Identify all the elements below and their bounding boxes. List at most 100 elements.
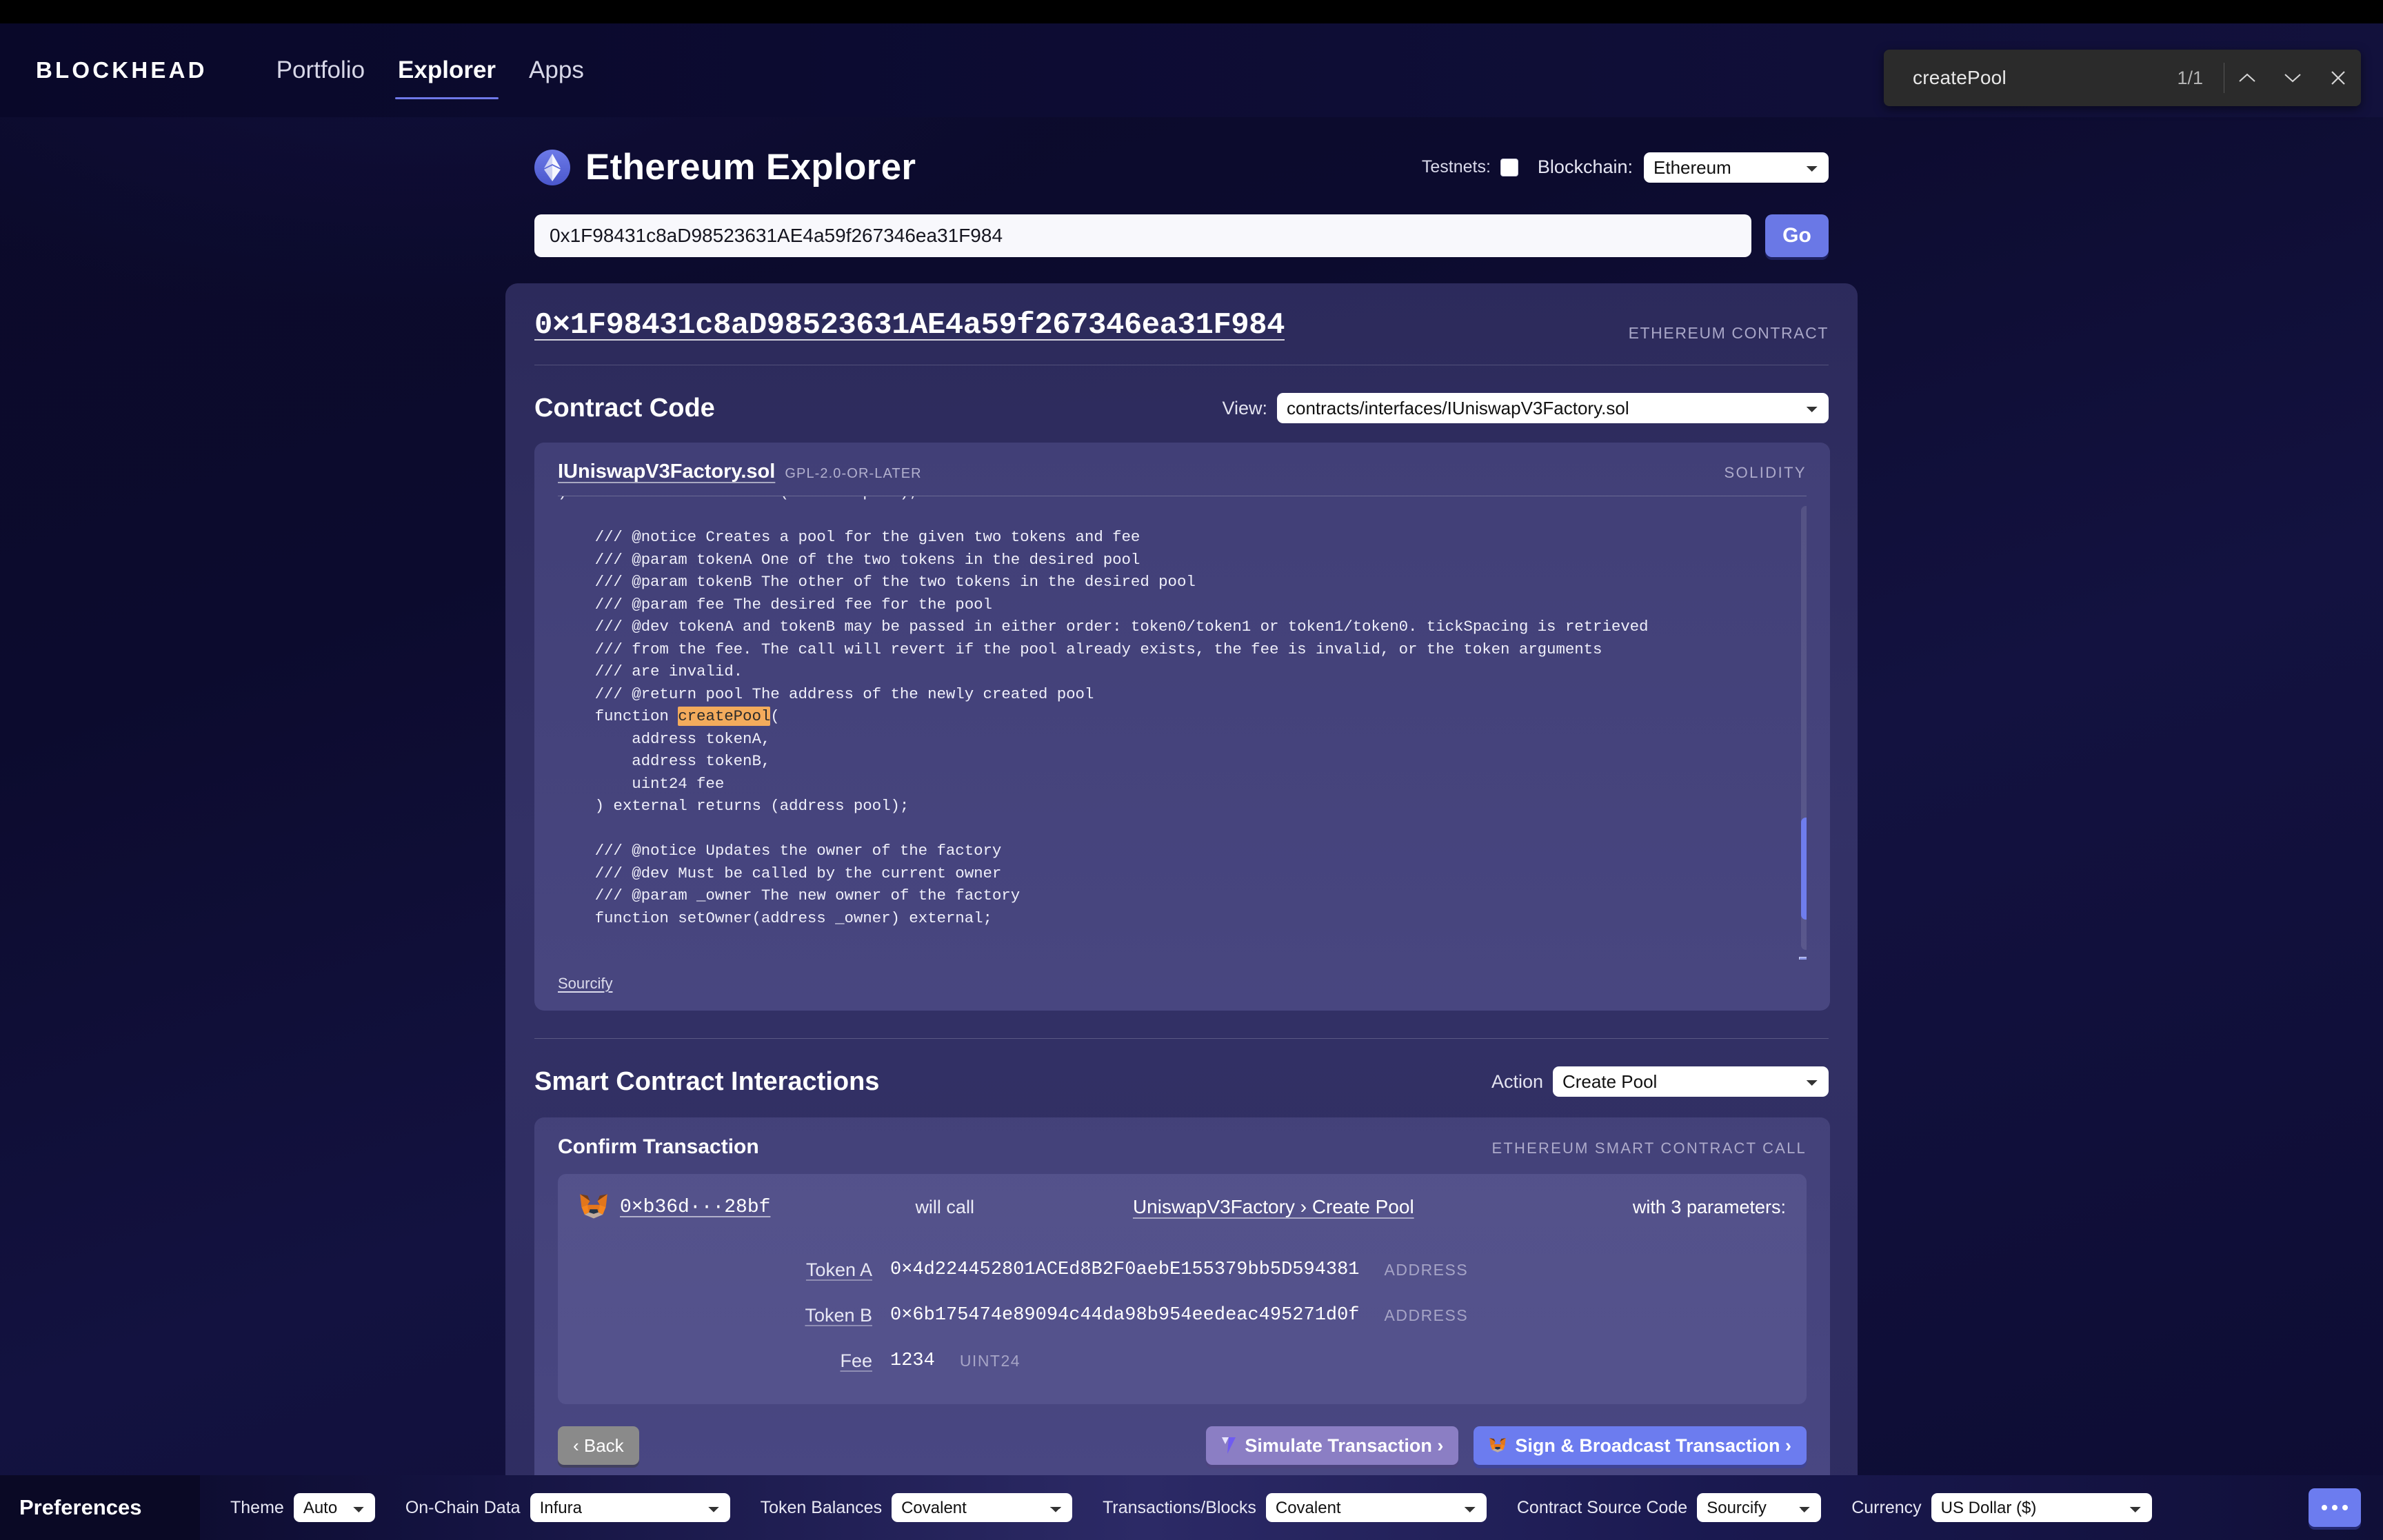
testnets-label: Testnets:	[1421, 157, 1491, 176]
code-before: ) external view returns (address pool); …	[558, 496, 1649, 725]
pref-theme-select[interactable]: Auto	[293, 1493, 375, 1522]
search-row: Go	[505, 188, 1858, 257]
parameter-row: Fee 1234 UINT24	[579, 1338, 1786, 1384]
pref-onchain-data: On-Chain Data Infura	[405, 1493, 730, 1522]
pref-transactions-blocks: Transactions/Blocks Covalent	[1103, 1493, 1487, 1522]
confirm-transaction-panel: Confirm Transaction ETHEREUM SMART CONTR…	[534, 1117, 1830, 1486]
call-target[interactable]: UniswapV3Factory › Create Pool	[1133, 1196, 1414, 1218]
contract-file-select[interactable]: contracts/interfaces/IUniswapV3Factory.s…	[1277, 393, 1829, 423]
tenderly-icon	[1222, 1437, 1236, 1454]
confirm-title: Confirm Transaction	[558, 1135, 759, 1158]
more-preferences-button[interactable]	[2309, 1488, 2361, 1527]
code-scroll-area[interactable]: ) external view returns (address pool); …	[558, 496, 1807, 960]
pref-onchain-select[interactable]: Infura	[530, 1493, 730, 1522]
parameter-value: 0×4d224452801ACEd8B2F0aebE155379bb5D5943…	[890, 1259, 1360, 1280]
chevron-down-icon	[2284, 74, 2301, 83]
pref-token-balances-select[interactable]: Covalent	[892, 1493, 1073, 1522]
find-next-button[interactable]	[2270, 55, 2315, 101]
metamask-fox-icon	[1489, 1437, 1507, 1452]
parameter-value: 0×6b175474e89094c44da98b954eedeac495271d…	[890, 1305, 1360, 1326]
parameter-name: Fee	[840, 1350, 872, 1371]
nav-link-explorer[interactable]: Explorer	[381, 23, 512, 117]
pref-transactions-label: Transactions/Blocks	[1103, 1497, 1256, 1517]
code-resize-handle[interactable]	[1799, 957, 1807, 960]
ethereum-logo-icon	[534, 149, 570, 185]
address-search-input[interactable]	[534, 214, 1751, 257]
source-provider-link[interactable]: Sourcify	[558, 975, 612, 992]
pref-currency: Currency US Dollar ($)	[1851, 1493, 2152, 1522]
confirm-type-badge: ETHEREUM SMART CONTRACT CALL	[1491, 1139, 1807, 1157]
pref-contract-source: Contract Source Code Sourcify	[1516, 1493, 1822, 1522]
ellipsis-icon	[2342, 1505, 2348, 1510]
interactions-title: Smart Contract Interactions	[534, 1066, 880, 1096]
pref-currency-select[interactable]: US Dollar ($)	[1931, 1493, 2152, 1522]
call-summary-row: 0×b36d···28bf will call UniswapV3Factory…	[579, 1192, 1786, 1222]
testnets-checkbox[interactable]	[1500, 158, 1518, 176]
code-after: ( address tokenA, address tokenB, uint24…	[594, 707, 1020, 927]
parameter-row: Token B 0×6b175474e89094c44da98b954eedea…	[579, 1293, 1786, 1338]
brand-logo[interactable]: BLOCKHEAD	[36, 57, 208, 83]
main-column: Ethereum Explorer Testnets: Blockchain: …	[505, 117, 1858, 1524]
pref-theme-label: Theme	[230, 1497, 284, 1517]
pref-theme: Theme Auto	[230, 1493, 375, 1522]
page-title: Ethereum Explorer	[585, 147, 916, 188]
blockchain-select[interactable]: Ethereum	[1644, 152, 1829, 183]
code-scrollbar-track[interactable]	[1801, 506, 1807, 950]
pref-currency-label: Currency	[1851, 1497, 1922, 1517]
from-address[interactable]: 0×b36d···28bf	[620, 1197, 770, 1218]
ellipsis-icon	[2332, 1505, 2337, 1510]
nav-link-portfolio[interactable]: Portfolio	[260, 23, 381, 117]
code-panel-header: IUniswapV3Factory.sol GPL-2.0-OR-LATER S…	[534, 443, 1830, 496]
pref-contract-source-label: Contract Source Code	[1516, 1497, 1688, 1517]
code-panel: IUniswapV3Factory.sol GPL-2.0-OR-LATER S…	[534, 443, 1830, 1011]
parameter-row: Token A 0×4d224452801ACEd8B2F0aebE155379…	[579, 1247, 1786, 1293]
parameter-value: 1234	[890, 1350, 935, 1371]
metamask-fox-icon	[580, 1194, 607, 1219]
pref-transactions-select[interactable]: Covalent	[1265, 1493, 1487, 1522]
code-search-match: createPool	[678, 707, 771, 726]
simulate-label: Simulate Transaction ›	[1245, 1435, 1444, 1456]
parameter-type: UINT24	[959, 1351, 1021, 1370]
primary-actions: Simulate Transaction › Sign & Broadcast …	[1206, 1426, 1807, 1465]
parameter-name: Token A	[805, 1259, 872, 1280]
nav-links: Portfolio Explorer Apps	[260, 23, 601, 117]
sign-broadcast-button[interactable]: Sign & Broadcast Transaction ›	[1474, 1426, 1807, 1465]
interactions-header: Smart Contract Interactions Action Creat…	[534, 1066, 1829, 1097]
find-close-button[interactable]	[2315, 55, 2361, 101]
pref-onchain-label: On-Chain Data	[405, 1497, 521, 1517]
preferences-bar: Preferences Theme Auto On-Chain Data Inf…	[0, 1475, 2383, 1540]
browser-chrome-strip	[0, 0, 2383, 23]
preferences-title: Preferences	[0, 1475, 200, 1540]
code-scrollbar-thumb[interactable]	[1801, 818, 1807, 920]
close-icon	[2331, 71, 2345, 85]
code-file-name[interactable]: IUniswapV3Factory.sol	[558, 460, 775, 483]
contract-view-controls: View: contracts/interfaces/IUniswapV3Fac…	[1222, 393, 1829, 423]
go-button[interactable]: Go	[1765, 214, 1829, 257]
ellipsis-icon	[2322, 1505, 2327, 1510]
find-match-count: 1/1	[2177, 67, 2203, 88]
nav-link-apps[interactable]: Apps	[512, 23, 601, 117]
sign-label: Sign & Broadcast Transaction ›	[1515, 1435, 1791, 1456]
browser-find-bar[interactable]: createPool 1/1	[1884, 50, 2361, 106]
view-label: View:	[1222, 397, 1267, 418]
contract-code-title: Contract Code	[534, 393, 715, 423]
pref-contract-source-select[interactable]: Sourcify	[1697, 1493, 1822, 1522]
parameter-type: ADDRESS	[1384, 1306, 1469, 1324]
explorer-header: Ethereum Explorer Testnets: Blockchain: …	[505, 117, 1858, 188]
interactions-controls: Action Create Pool	[1491, 1066, 1829, 1097]
action-select[interactable]: Create Pool	[1553, 1066, 1829, 1097]
params-summary: with 3 parameters:	[1632, 1196, 1786, 1217]
contract-type-badge: ETHEREUM CONTRACT	[1628, 324, 1829, 342]
find-query-input[interactable]: createPool	[1884, 67, 2177, 89]
contract-title-row: 0×1F98431c8aD98523631AE4a59f267346ea31F9…	[534, 308, 1829, 343]
find-prev-button[interactable]	[2224, 55, 2270, 101]
confirm-actions: ‹ Back Simulate Transaction › Sign & Bro…	[558, 1426, 1807, 1465]
contract-address-heading[interactable]: 0×1F98431c8aD98523631AE4a59f267346ea31F9…	[534, 308, 1285, 343]
simulate-transaction-button[interactable]: Simulate Transaction ›	[1206, 1426, 1459, 1465]
call-summary-box: 0×b36d···28bf will call UniswapV3Factory…	[558, 1174, 1807, 1404]
code-panel-footer: Sourcify	[534, 960, 1830, 1011]
chevron-up-icon	[2239, 73, 2255, 82]
back-button[interactable]: ‹ Back	[558, 1426, 639, 1465]
code-language-badge: SOLIDITY	[1724, 464, 1807, 481]
contract-code-header: Contract Code View: contracts/interfaces…	[534, 393, 1829, 423]
